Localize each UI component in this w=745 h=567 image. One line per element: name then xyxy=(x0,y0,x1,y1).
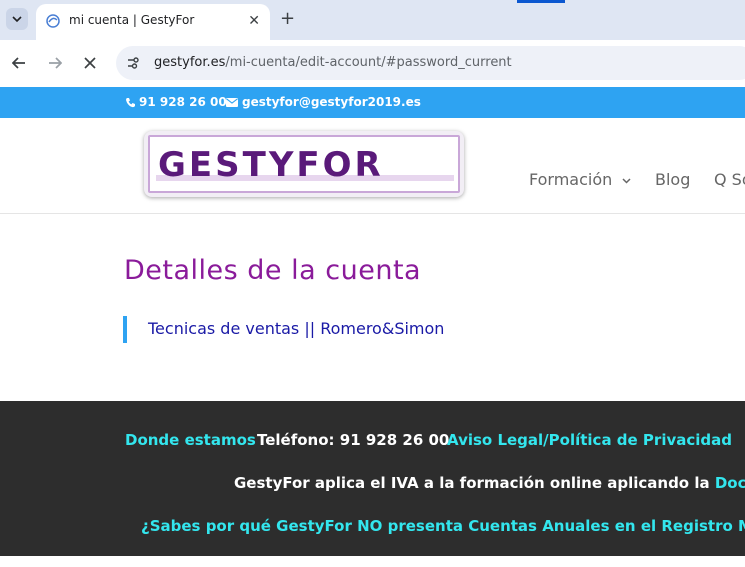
address-bar[interactable]: gestyfor.es/mi-cuenta/edit-account/#pass… xyxy=(116,46,745,80)
quote-text: Tecnicas de ventas || Romero&Simon xyxy=(148,319,445,338)
site-logo[interactable]: GESTYFOR xyxy=(144,131,464,197)
footer-phone: Teléfono: 91 928 26 00 xyxy=(257,431,450,449)
tab-title: mi cuenta | GestyFor xyxy=(69,13,195,27)
close-tab-icon[interactable]: ✕ xyxy=(248,13,260,29)
topbar-email[interactable]: gestyfor@gestyfor2019.es xyxy=(226,95,421,109)
quote-bar xyxy=(123,316,127,343)
footer-location-link[interactable]: Donde estamos xyxy=(125,431,256,449)
site-topbar: 91 928 26 00 gestyfor@gestyfor2019.es xyxy=(0,87,745,118)
url-host: gestyfor.es xyxy=(154,55,226,70)
menu-item-quienes-somos[interactable]: Q So xyxy=(714,170,745,189)
site-header: GESTYFOR Formación Blog Q So xyxy=(0,118,745,214)
stop-loading-button[interactable] xyxy=(79,52,101,74)
logo-text: GESTYFOR xyxy=(158,145,384,185)
active-tab[interactable]: mi cuenta | GestyFor ✕ xyxy=(36,4,270,40)
footer-iva-sentence: GestyFor aplica el IVA a la formación on… xyxy=(234,474,710,492)
forward-arrow-icon xyxy=(49,57,62,69)
new-tab-button[interactable]: + xyxy=(280,9,295,29)
tab-strip: mi cuenta | GestyFor ✕ + xyxy=(0,0,745,40)
footer-legal-link[interactable]: Aviso Legal/Política de Privacidad xyxy=(447,431,732,449)
back-arrow-icon xyxy=(12,57,25,69)
tune-icon xyxy=(128,57,139,69)
topbar-phone[interactable]: 91 928 26 00 xyxy=(125,95,227,109)
tab-accent-bar xyxy=(517,0,565,3)
menu-item-formacion[interactable]: Formación xyxy=(529,170,631,189)
back-button[interactable] xyxy=(8,52,30,74)
topbar-phone-text: 91 928 26 00 xyxy=(139,95,227,109)
site-info-button[interactable] xyxy=(124,54,142,72)
site-favicon-icon xyxy=(46,14,60,28)
topbar-email-text: gestyfor@gestyfor2019.es xyxy=(242,95,421,109)
menu-item-blog[interactable]: Blog xyxy=(655,170,690,189)
footer-iva-text: GestyFor aplica el IVA a la formación on… xyxy=(234,474,745,492)
tab-search-button[interactable] xyxy=(6,8,28,30)
page-title: Detalles de la cuenta xyxy=(124,255,422,286)
menu-item-label: Formación xyxy=(529,170,613,189)
chevron-down-icon xyxy=(12,16,22,23)
footer-accounts-link[interactable]: ¿Sabes por qué GestyFor NO presenta Cuen… xyxy=(141,517,745,535)
browser-window: mi cuenta | GestyFor ✕ + gestyfor.es/mi-… xyxy=(0,0,745,567)
site-footer: Donde estamos Teléfono: 91 928 26 00 Avi… xyxy=(0,401,745,556)
footer-iva-link[interactable]: Doctrina xyxy=(715,474,745,492)
forward-button[interactable] xyxy=(44,52,66,74)
close-icon xyxy=(84,57,96,69)
url-path: /mi-cuenta/edit-account/#password_curren… xyxy=(225,55,512,70)
url-text: gestyfor.es/mi-cuenta/edit-account/#pass… xyxy=(154,55,512,70)
page-bottom xyxy=(0,556,745,567)
logo-inner-frame: GESTYFOR xyxy=(148,135,460,193)
phone-icon xyxy=(126,97,135,107)
mail-icon xyxy=(226,97,238,107)
browser-toolbar: gestyfor.es/mi-cuenta/edit-account/#pass… xyxy=(0,40,745,87)
chevron-down-icon xyxy=(622,177,631,184)
